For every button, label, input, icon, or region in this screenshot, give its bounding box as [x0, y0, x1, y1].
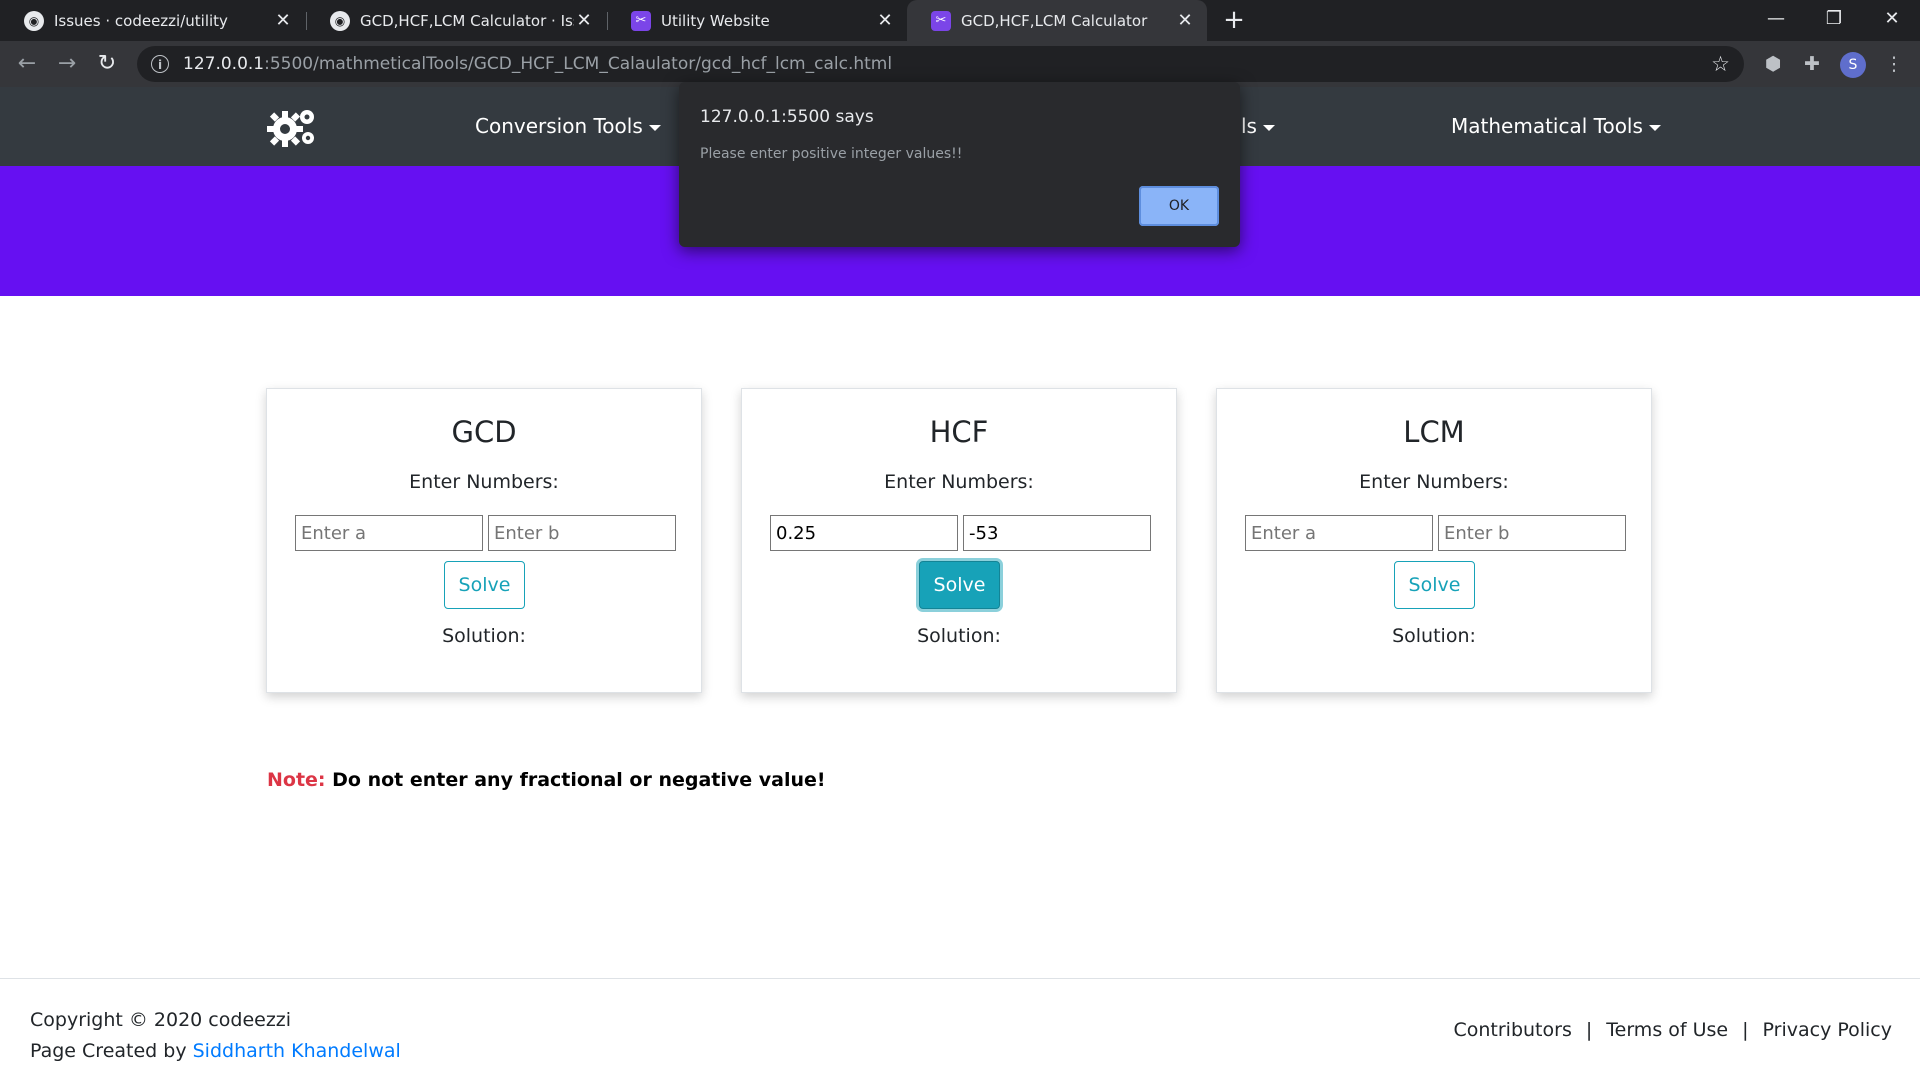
note-label: Note: [267, 769, 326, 791]
dropdown-caret-icon [1648, 124, 1661, 131]
gcd-input-b[interactable] [488, 515, 676, 551]
hcf-input-a[interactable] [770, 515, 958, 551]
page-footer: Copyright © 2020 codeezzi Page Created b… [0, 978, 1920, 1081]
solution-label: Solution: [442, 625, 526, 647]
profile-avatar[interactable]: S [1840, 52, 1866, 78]
nav-conversion-tools[interactable]: Conversion Tools [475, 114, 661, 138]
forward-icon[interactable]: → [53, 50, 81, 78]
dropdown-caret-icon [648, 124, 661, 131]
author-link[interactable]: Siddharth Khandelwal [193, 1040, 401, 1062]
lcm-input-b[interactable] [1438, 515, 1626, 551]
close-tab-icon[interactable]: ✕ [574, 10, 594, 31]
browser-tab[interactable]: ◉ GCD,HCF,LCM Calculator · Issue ✕ [306, 0, 606, 41]
enter-numbers-label: Enter Numbers: [409, 471, 559, 493]
browser-toolbar: ← → ↻ i 127.0.0.1:5500/mathmeticalTools/… [0, 41, 1920, 87]
extensions-puzzle-icon[interactable]: ✚ [1798, 50, 1826, 78]
footer-credits: Copyright © 2020 codeezzi Page Created b… [30, 1005, 401, 1067]
created-by-line: Page Created by Siddharth Khandelwal [30, 1040, 401, 1062]
gcd-input-a[interactable] [295, 515, 483, 551]
enter-numbers-label: Enter Numbers: [1359, 471, 1509, 493]
copyright-text: Copyright © 2020 codeezzi [30, 1009, 292, 1031]
hcf-solve-button[interactable]: Solve [919, 561, 1000, 609]
hcf-input-b[interactable] [963, 515, 1151, 551]
alert-dialog: 127.0.0.1:5500 says Please enter positiv… [679, 82, 1240, 247]
footer-links: Contributors | Terms of Use | Privacy Policy [1453, 1019, 1892, 1041]
minimize-icon[interactable]: — [1752, 4, 1800, 34]
utility-icon: ✂ [631, 10, 651, 31]
lcm-solve-button[interactable]: Solve [1394, 561, 1475, 609]
enter-numbers-label: Enter Numbers: [884, 471, 1034, 493]
site-info-icon[interactable]: i [151, 55, 169, 73]
lcm-card: LCM Enter Numbers: Solve Solution: [1216, 388, 1652, 693]
gears-logo-icon[interactable] [265, 105, 319, 149]
close-tab-icon[interactable]: ✕ [1175, 10, 1195, 31]
gcd-solve-button[interactable]: Solve [444, 561, 525, 609]
dialog-ok-button[interactable]: OK [1139, 186, 1219, 226]
terms-of-use-link[interactable]: Terms of Use [1606, 1019, 1728, 1041]
solution-label: Solution: [917, 625, 1001, 647]
privacy-policy-link[interactable]: Privacy Policy [1763, 1019, 1892, 1041]
restore-icon[interactable]: ❐ [1810, 4, 1858, 34]
github-icon: ◉ [330, 10, 350, 31]
menu-kebab-icon[interactable]: ⋮ [1880, 50, 1908, 78]
tab-title: GCD,HCF,LCM Calculator [961, 11, 1148, 30]
close-window-icon[interactable]: ✕ [1868, 4, 1916, 34]
address-bar[interactable]: i 127.0.0.1:5500/mathmeticalTools/GCD_HC… [137, 46, 1744, 82]
nav-mathematical-tools[interactable]: Mathematical Tools [1451, 114, 1661, 138]
tab-title: Utility Website [661, 11, 770, 30]
browser-tab-strip: ◉ Issues · codeezzi/utility ✕ ◉ GCD,HCF,… [0, 0, 1920, 41]
dropdown-caret-icon [1262, 124, 1275, 131]
tab-title: Issues · codeezzi/utility [54, 11, 228, 30]
tab-title: GCD,HCF,LCM Calculator · Issue [360, 11, 574, 30]
utility-icon: ✂ [931, 10, 951, 31]
new-tab-button[interactable]: + [1220, 6, 1248, 34]
back-icon[interactable]: ← [13, 50, 41, 78]
browser-tab[interactable]: ✂ Utility Website ✕ [607, 0, 907, 41]
bookmark-star-icon[interactable]: ☆ [1711, 52, 1730, 76]
note-text: Note: Do not enter any fractional or neg… [267, 769, 826, 791]
browser-tab-active[interactable]: ✂ GCD,HCF,LCM Calculator ✕ [907, 0, 1207, 41]
solution-label: Solution: [1392, 625, 1476, 647]
reload-icon[interactable]: ↻ [93, 50, 121, 78]
extension-cube-icon[interactable]: ⬢ [1759, 50, 1787, 78]
close-tab-icon[interactable]: ✕ [875, 10, 895, 31]
close-tab-icon[interactable]: ✕ [273, 10, 293, 31]
dialog-origin: 127.0.0.1:5500 says [700, 107, 874, 127]
card-title: GCD [451, 415, 517, 449]
card-title: HCF [929, 415, 989, 449]
note-message: Do not enter any fractional or negative … [332, 769, 826, 791]
gcd-card: GCD Enter Numbers: Solve Solution: [266, 388, 702, 693]
footer-separator: | [1585, 1019, 1593, 1041]
contributors-link[interactable]: Contributors [1453, 1019, 1571, 1041]
browser-tab[interactable]: ◉ Issues · codeezzi/utility ✕ [0, 0, 305, 41]
dialog-message: Please enter positive integer values!! [700, 146, 963, 162]
footer-separator: | [1742, 1019, 1749, 1041]
card-title: LCM [1403, 415, 1465, 449]
url-text: 127.0.0.1:5500/mathmeticalTools/GCD_HCF_… [183, 54, 893, 74]
nav-other-tools[interactable]: ls [1241, 114, 1275, 138]
lcm-input-a[interactable] [1245, 515, 1433, 551]
hcf-card: HCF Enter Numbers: Solve Solution: [741, 388, 1177, 693]
github-icon: ◉ [24, 10, 44, 31]
